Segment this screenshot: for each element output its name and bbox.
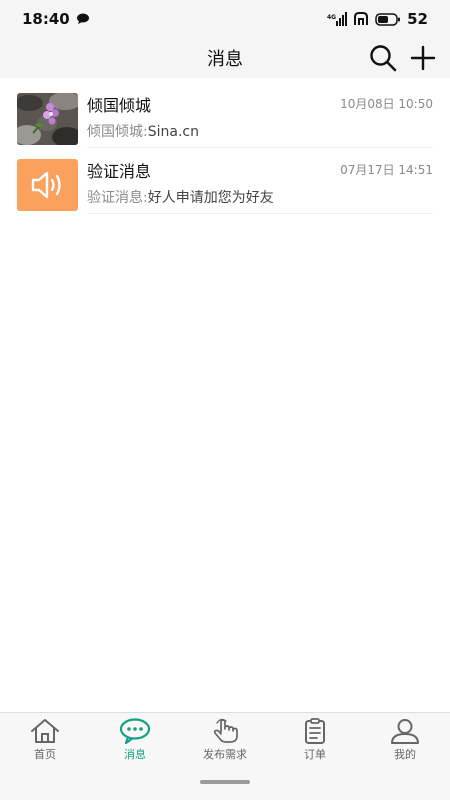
tab-bar: 首页 消息 发布需求 订单 我的 [0,712,450,768]
avatar [17,93,78,145]
tab-label: 首页 [34,748,56,761]
tab-label: 我的 [394,748,416,761]
signal-icon: 4G [327,12,348,26]
preview-text: Sina.cn [147,124,199,140]
user-icon [391,719,419,744]
tab-home[interactable]: 首页 [0,713,90,768]
conversation-time: 10月08日 10:50 [340,97,433,111]
message-notification-icon [76,13,90,25]
conversation-preview: 倾国倾城:Sina.cn [87,121,199,141]
home-icon [31,719,59,743]
battery-level: 52 [407,10,428,28]
tab-label: 消息 [124,748,146,761]
system-nav-area [0,768,450,800]
conversation-name: 验证消息 [87,162,152,181]
conversation-preview: 验证消息:好人申请加您为好友 [87,187,274,207]
plus-icon [410,45,436,71]
avatar [17,159,78,211]
divider [87,213,433,214]
tab-label: 发布需求 [203,748,247,761]
flower-photo [17,93,78,145]
chat-bubble-icon [119,718,151,744]
svg-text:4G: 4G [327,14,336,21]
nfc-icon [353,12,369,26]
search-button[interactable] [368,43,398,73]
conversation-item[interactable]: 倾国倾城 10月08日 10:50 倾国倾城:Sina.cn [17,82,433,148]
preview-text: 好人申请加您为好友 [147,190,274,206]
conversation-name: 倾国倾城 [87,96,152,115]
battery-icon [375,12,401,26]
tab-orders[interactable]: 订单 [270,713,360,768]
header: 消息 [0,38,450,78]
tab-post-request[interactable]: 发布需求 [180,713,270,768]
home-indicator[interactable] [200,780,250,784]
tab-messages[interactable]: 消息 [90,713,180,768]
search-icon [370,45,397,72]
clipboard-icon [305,718,325,744]
page-title: 消息 [207,49,243,70]
speaker-icon [31,171,61,199]
status-bar: 18:40 4G 52 [0,0,450,38]
tab-label: 订单 [304,748,326,761]
preview-sender: 倾国倾城: [87,124,148,140]
conversation-time: 07月17日 14:51 [340,163,433,177]
tab-profile[interactable]: 我的 [360,713,450,768]
preview-sender: 验证消息: [87,190,148,206]
conversation-list: 倾国倾城 10月08日 10:50 倾国倾城:Sina.cn 验证消息 07月1… [0,82,450,214]
status-time: 18:40 [22,10,70,28]
hand-pointer-icon [213,718,238,743]
add-button[interactable] [408,43,438,73]
conversation-item[interactable]: 验证消息 07月17日 14:51 验证消息:好人申请加您为好友 [17,148,433,214]
